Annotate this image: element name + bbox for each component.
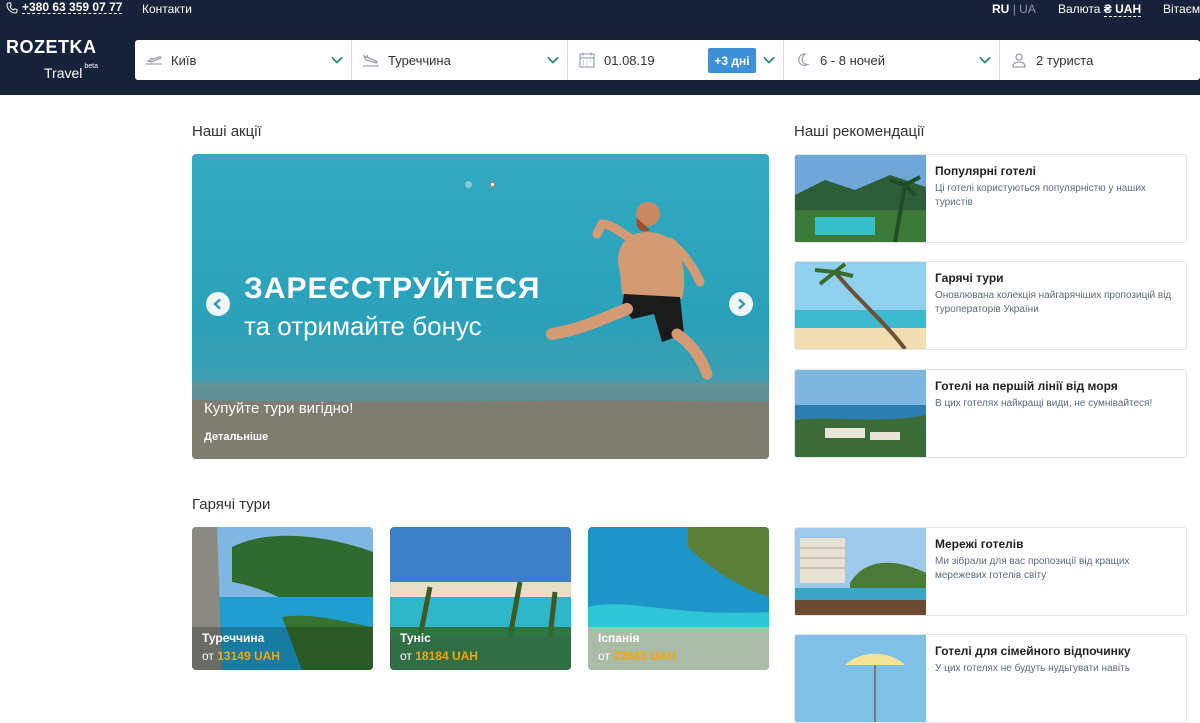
price-prefix: от — [202, 649, 214, 663]
phone-icon — [6, 2, 18, 14]
recommendations-heading: Наші рекомендації — [794, 123, 925, 140]
calendar-icon — [579, 52, 595, 68]
chevron-down-icon — [979, 56, 991, 64]
travel-logo[interactable]: Travel beta — [44, 63, 99, 81]
tourists-value: 2 туриста — [1036, 53, 1094, 68]
tour-country: Туреччина — [202, 631, 265, 645]
top-bar: +380 63 359 07 77 Контакти RU | UA Валют… — [0, 0, 1200, 18]
phone-link[interactable]: +380 63 359 07 77 — [6, 1, 123, 14]
tour-country: Туніс — [400, 631, 431, 645]
chevron-down-icon — [331, 56, 343, 64]
chevron-right-icon — [738, 298, 746, 310]
lang-ua[interactable]: UA — [1019, 2, 1036, 16]
tour-price-line: от 18184 UAH — [400, 649, 478, 663]
travel-label: Travel — [44, 65, 83, 81]
departure-city-value: Київ — [171, 53, 197, 68]
popular-hotels-image — [795, 155, 926, 242]
promotions-heading: Наші акції — [192, 123, 262, 140]
tour-price: 18184 UAH — [415, 649, 478, 663]
destination-select[interactable]: Туреччина — [352, 40, 568, 80]
hot-tour-card[interactable]: Туреччина от 13149 UAH — [192, 527, 373, 670]
tour-price: 13149 UAH — [217, 649, 280, 663]
recommendation-card[interactable]: Мережі готелів Ми зібрали для вас пропоз… — [794, 527, 1187, 616]
recommendation-card[interactable]: Готелі на першій лінії від моря В цих го… — [794, 369, 1187, 458]
tour-price-line: от 13149 UAH — [202, 649, 280, 663]
currency-value[interactable]: ₴ UAH — [1103, 2, 1142, 17]
destination-value: Туреччина — [388, 53, 451, 68]
chevron-down-icon — [763, 56, 775, 64]
rec-description: Оновлювана колекція найгарячіших пропози… — [935, 290, 1172, 315]
departure-city-select[interactable]: Київ — [135, 40, 352, 80]
phone-number[interactable]: +380 63 359 07 77 — [22, 1, 123, 14]
first-line-hotels-image — [795, 370, 926, 457]
rec-title: Гарячі тури — [935, 271, 1004, 285]
recommendation-card[interactable]: Гарячі тури Оновлювана колекція найгаряч… — [794, 261, 1187, 350]
carousel-next-button[interactable] — [729, 292, 753, 316]
person-icon — [1012, 53, 1026, 68]
lang-separator: | — [1012, 2, 1016, 16]
rec-title: Готелі для сімейного відпочинку — [935, 644, 1131, 658]
currency-label: Валюта — [1058, 2, 1101, 16]
nights-select[interactable]: 6 - 8 ночей — [784, 40, 1000, 80]
nights-value: 6 - 8 ночей — [820, 53, 886, 68]
hot-tour-card[interactable]: Іспанія от 22843 UAH — [588, 527, 769, 670]
tour-price-line: от 22843 UAH — [598, 649, 676, 663]
rec-title: Готелі на першій лінії від моря — [935, 379, 1118, 393]
family-hotels-image — [795, 635, 926, 722]
currency-selector[interactable]: Валюта ₴ UAH — [1058, 2, 1142, 17]
carousel-dot[interactable] — [465, 181, 472, 188]
rec-title: Мережі готелів — [935, 537, 1024, 551]
price-prefix: от — [598, 649, 610, 663]
promo-subheadline: та отримайте бонус — [244, 311, 482, 341]
tourists-select[interactable]: 2 туриста — [1000, 40, 1200, 80]
rozetka-logo[interactable]: ROZETKA — [6, 37, 97, 58]
promo-headline: ЗАРЕЄСТРУЙТЕСЯ — [244, 272, 541, 305]
beta-badge: beta — [84, 63, 99, 70]
departure-date-value: 01.08.19 — [604, 53, 655, 68]
departure-date-picker[interactable]: 01.08.19 +3 дні — [568, 40, 784, 80]
tour-country: Іспанія — [598, 631, 640, 645]
hot-tours-heading: Гарячі тури — [192, 496, 271, 513]
moon-icon — [798, 53, 810, 67]
recommendation-card[interactable]: Готелі для сімейного відпочинку У цих го… — [794, 634, 1187, 723]
promo-caption: Купуйте тури вигідно! — [204, 400, 354, 417]
lang-ru[interactable]: RU — [992, 2, 1009, 16]
plane-takeoff-icon — [146, 56, 162, 65]
rec-description: Ці готелі користуються популярністю у на… — [935, 183, 1146, 208]
chevron-down-icon — [547, 56, 559, 64]
hot-tour-card[interactable]: Туніс от 18184 UAH — [390, 527, 571, 670]
tour-search-bar: Київ Туреччина 01.08.19 +3 дні 6 - 8 ноч… — [135, 40, 1200, 80]
recommendation-card[interactable]: Популярні готелі Ці готелі користуються … — [794, 154, 1187, 243]
hot-tours-image — [795, 262, 926, 349]
carousel-prev-button[interactable] — [206, 292, 230, 316]
rec-description: В цих готелях найкращі види, не сумнівай… — [935, 398, 1153, 409]
contacts-link[interactable]: Контакти — [142, 2, 192, 16]
hotel-chains-image — [795, 528, 926, 615]
carousel-dot-active[interactable] — [489, 181, 496, 188]
welcome-text[interactable]: Вітаємо — [1163, 2, 1200, 16]
rec-description: У цих готелях не будуть нудьгувати навіт… — [935, 663, 1130, 674]
rec-title: Популярні готелі — [935, 164, 1036, 178]
plus-days-button[interactable]: +3 дні — [708, 48, 756, 73]
language-switch[interactable]: RU | UA — [992, 2, 1036, 16]
promo-carousel[interactable]: ЗАРЕЄСТРУЙТЕСЯ та отримайте бонус Купуйт… — [192, 154, 769, 459]
tour-price: 22843 UAH — [613, 649, 676, 663]
price-prefix: от — [400, 649, 412, 663]
site-header: +380 63 359 07 77 Контакти RU | UA Валют… — [0, 0, 1200, 95]
rec-description: Ми зібрали для вас пропозиції від кращих… — [935, 556, 1130, 581]
plane-landing-icon — [362, 54, 379, 67]
promo-details-link[interactable]: Детальніше — [204, 431, 268, 443]
chevron-left-icon — [213, 298, 221, 310]
